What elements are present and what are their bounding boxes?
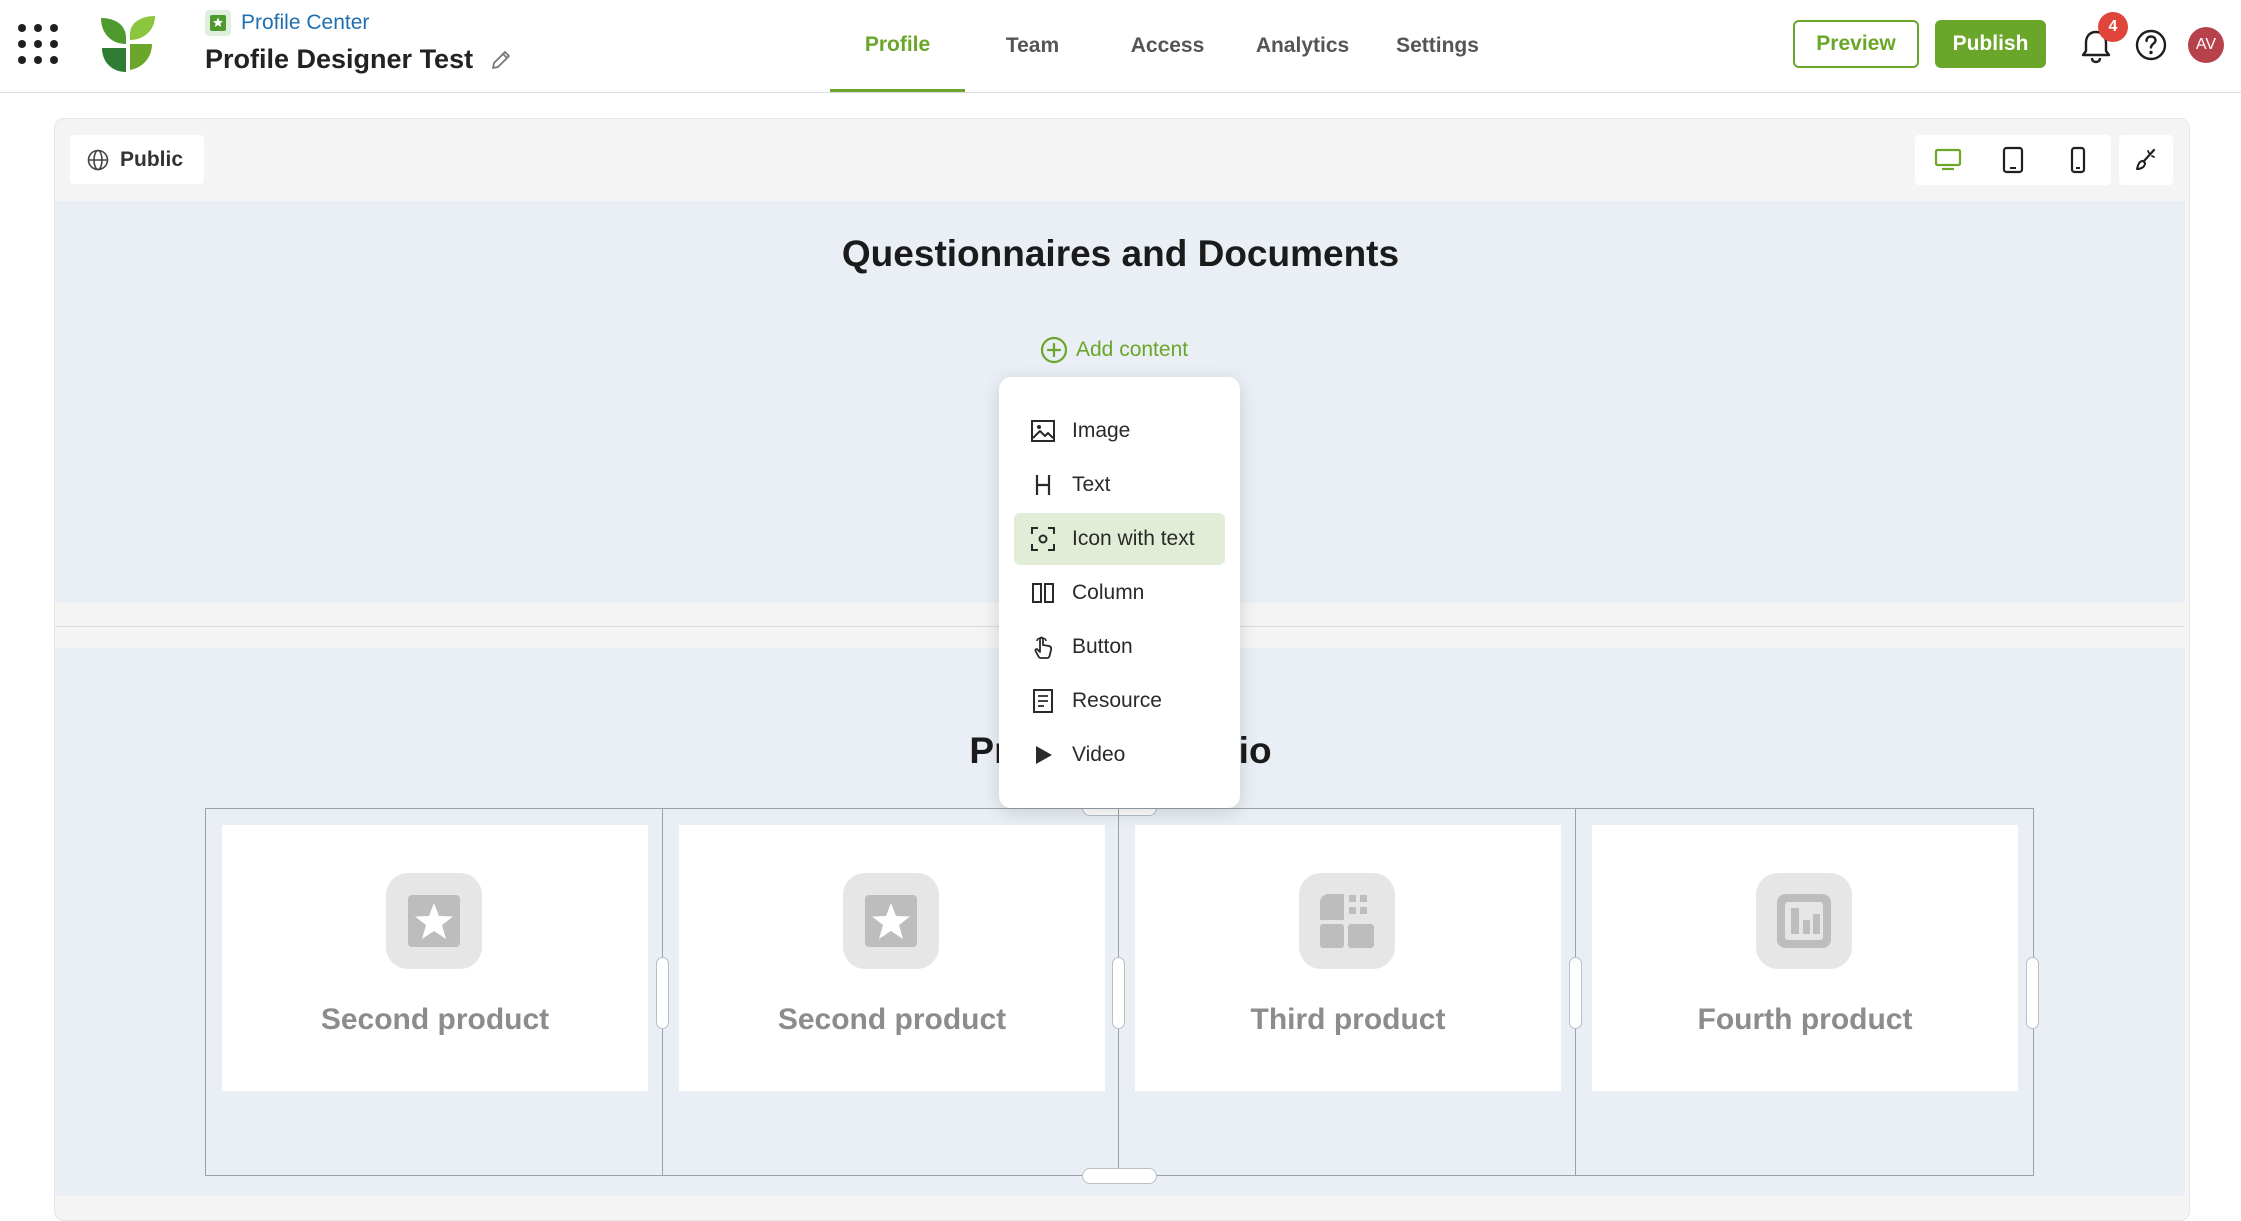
tab-access[interactable]: Access [1100, 0, 1235, 92]
product-column[interactable]: Second product [206, 809, 669, 1175]
product-card[interactable]: Second product [679, 825, 1105, 1091]
publish-button[interactable]: Publish [1935, 20, 2046, 68]
mobile-view-button[interactable] [2045, 135, 2110, 185]
notification-badge: 4 [2098, 12, 2128, 42]
profile-center-icon [205, 10, 231, 36]
focus-icon [1031, 527, 1055, 551]
menu-item-label: Resource [1072, 689, 1162, 712]
visibility-label: Public [120, 147, 184, 171]
tab-settings[interactable]: Settings [1370, 0, 1505, 92]
help-icon[interactable] [2134, 28, 2168, 62]
menu-item-label: Icon with text [1072, 527, 1195, 550]
tablet-icon [2002, 146, 2023, 174]
menu-item-text[interactable]: Text [1014, 459, 1225, 511]
product-card[interactable]: Third product [1135, 825, 1561, 1091]
chart-icon [1756, 873, 1852, 969]
apps-grid-icon[interactable] [18, 24, 60, 66]
desktop-icon [1934, 148, 1961, 171]
add-content-label: Add content [1076, 338, 1189, 361]
product-column[interactable]: Fourth product [1576, 809, 2039, 1175]
avatar[interactable]: AV [2188, 27, 2224, 63]
product-columns-row: Second product Second product Third prod… [205, 808, 2039, 1176]
edit-pencil-icon[interactable] [489, 48, 513, 72]
breadcrumb[interactable]: Profile Center [205, 10, 369, 36]
product-name: Third product [1250, 1003, 1446, 1036]
add-content-menu: Image Text Icon with text Column Button [999, 377, 1240, 808]
menu-item-button[interactable]: Button [1014, 621, 1225, 673]
top-header: Profile Center Profile Designer Test Pro… [0, 0, 2241, 93]
mobile-icon [2070, 146, 2085, 174]
tab-profile[interactable]: Profile [830, 0, 965, 92]
star-icon [386, 873, 482, 969]
product-name: Fourth product [1697, 1003, 1913, 1036]
column-resize-handle[interactable] [2026, 957, 2039, 1029]
menu-item-column[interactable]: Column [1014, 567, 1225, 619]
tablet-view-button[interactable] [1980, 135, 2045, 185]
brush-icon [2136, 148, 2156, 170]
preview-button[interactable]: Preview [1793, 20, 1919, 68]
menu-item-label: Button [1072, 635, 1133, 658]
product-card[interactable]: Second product [222, 825, 648, 1091]
product-name: Second product [777, 1003, 1007, 1036]
star-icon [843, 873, 939, 969]
product-column[interactable]: Third product [1119, 809, 1582, 1175]
heading-icon [1035, 475, 1051, 495]
visibility-button[interactable]: Public [70, 135, 204, 184]
page-title-text: Profile Designer Test [205, 44, 474, 74]
tab-analytics[interactable]: Analytics [1235, 0, 1370, 92]
tab-team[interactable]: Team [965, 0, 1100, 92]
menu-item-image[interactable]: Image [1014, 405, 1225, 457]
menu-item-video[interactable]: Video [1014, 729, 1225, 781]
menu-item-label: Image [1072, 419, 1131, 442]
menu-item-icon-with-text[interactable]: Icon with text [1014, 513, 1225, 565]
menu-item-label: Column [1072, 581, 1145, 604]
main-nav: Profile Team Access Analytics Settings [830, 0, 1505, 92]
plus-circle-icon [1040, 336, 1068, 364]
menu-item-resource[interactable]: Resource [1014, 675, 1225, 727]
globe-icon [87, 149, 109, 170]
breadcrumb-link[interactable]: Profile Center [241, 11, 369, 35]
product-card[interactable]: Fourth product [1592, 825, 2018, 1091]
grid-icon [1299, 873, 1395, 969]
menu-item-label: Video [1072, 743, 1126, 766]
section-title-questionnaires: Questionnaires and Documents [841, 233, 1400, 274]
menu-item-label: Text [1072, 473, 1111, 496]
image-icon [1031, 420, 1055, 442]
desktop-view-button[interactable] [1915, 135, 1980, 185]
row-resize-handle-bottom[interactable] [1082, 1168, 1157, 1184]
product-name: Second product [320, 1003, 550, 1036]
add-content-button[interactable]: Add content [1040, 336, 1188, 364]
device-switcher [1915, 135, 2111, 185]
page-title: Profile Designer Test [205, 44, 513, 75]
columns-icon [1032, 583, 1054, 603]
brand-logo[interactable] [98, 14, 158, 74]
play-icon [1036, 746, 1052, 764]
pointer-icon [1034, 636, 1053, 659]
document-icon [1033, 689, 1053, 713]
style-button[interactable] [2119, 135, 2173, 185]
product-column[interactable]: Second product [663, 809, 1125, 1175]
